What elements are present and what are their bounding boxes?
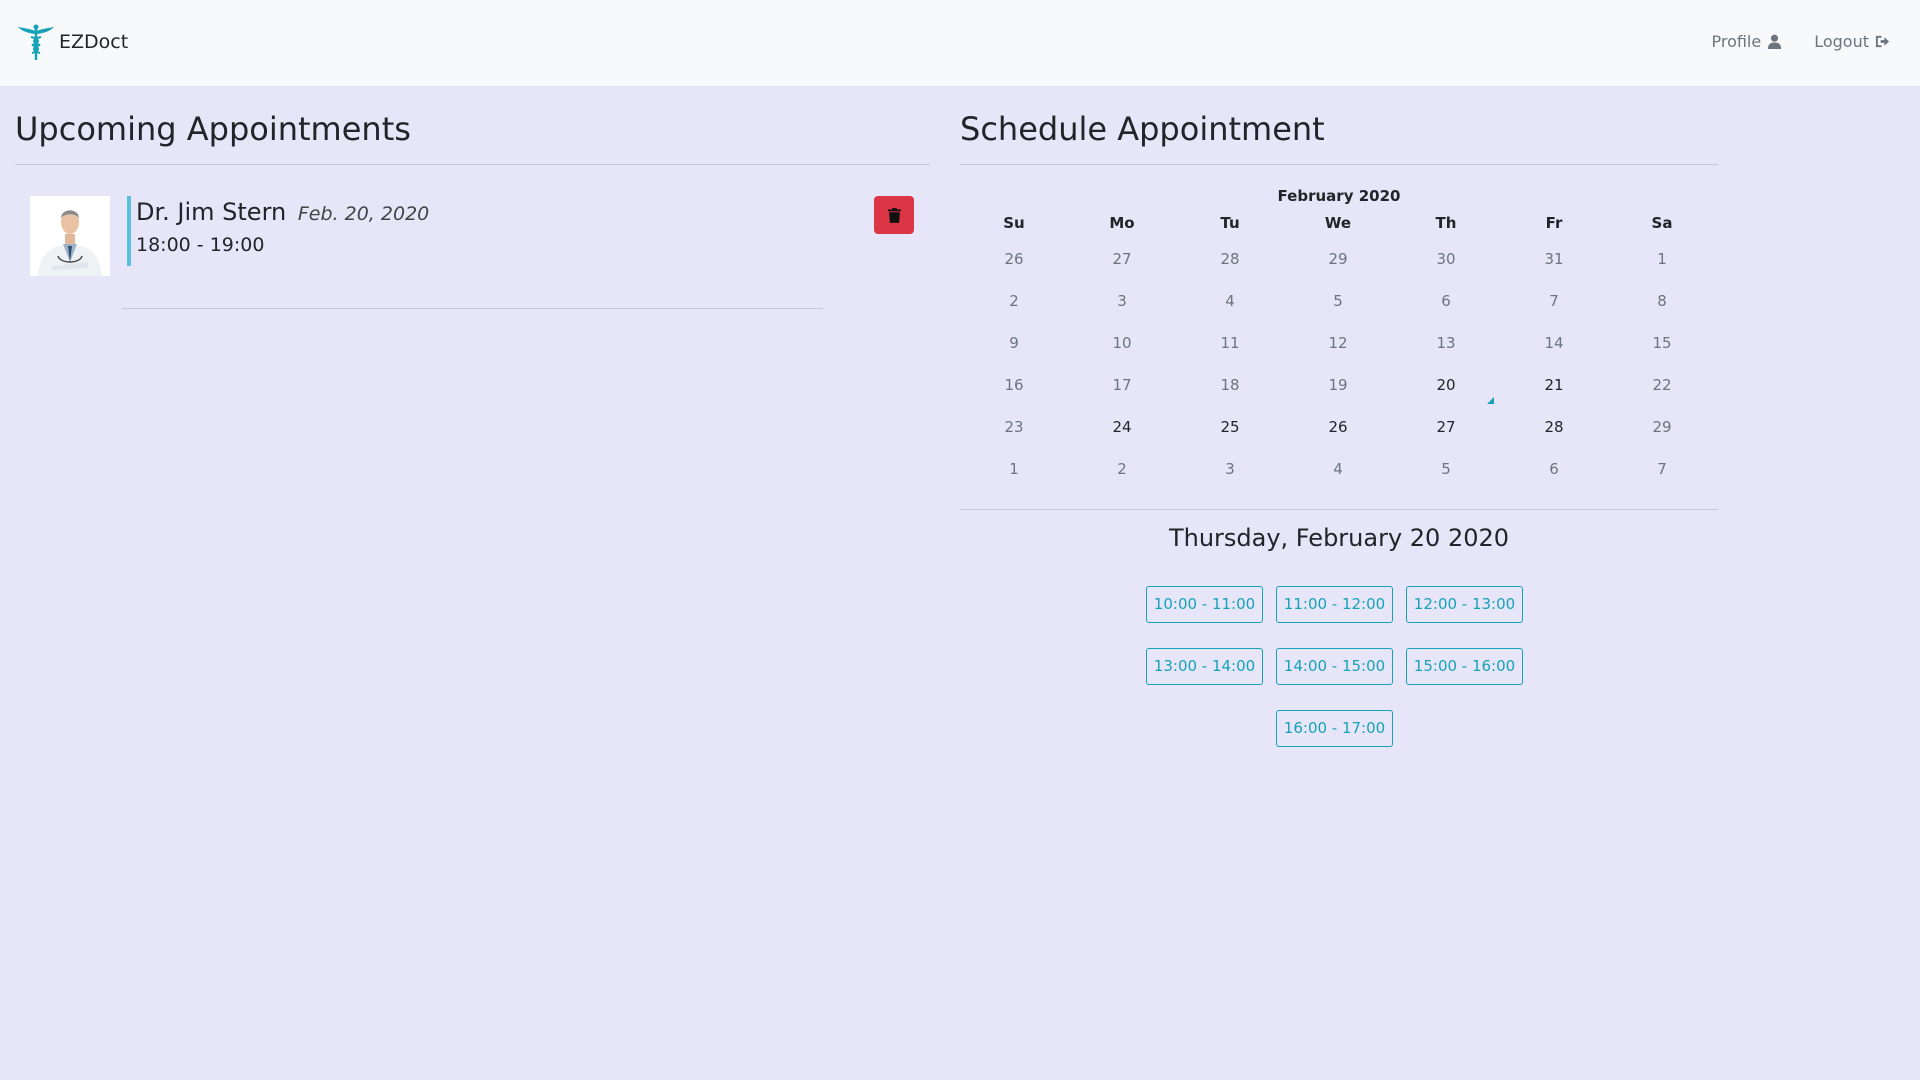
calendar-day[interactable]: 29 — [1608, 406, 1716, 448]
upcoming-divider — [15, 164, 930, 165]
weekday-header: Su — [1003, 214, 1025, 232]
brand[interactable]: EZDoct — [16, 22, 128, 62]
calendar-day[interactable]: 1 — [960, 448, 1068, 490]
calendar-day[interactable]: 21 — [1500, 364, 1608, 406]
calendar-day[interactable]: 27 — [1392, 406, 1500, 448]
calendar-day[interactable]: 16 — [960, 364, 1068, 406]
weekday-header: We — [1324, 214, 1352, 232]
time-slot-button[interactable]: 12:00 - 13:00 — [1406, 586, 1523, 623]
doctor-photo — [30, 196, 110, 276]
calendar-day[interactable]: 4 — [1176, 280, 1284, 322]
calendar-day[interactable]: 24 — [1068, 406, 1176, 448]
calendar-day[interactable]: 15 — [1608, 322, 1716, 364]
user-icon — [1768, 34, 1782, 49]
calendar-day[interactable]: 14 — [1500, 322, 1608, 364]
schedule-divider — [960, 164, 1718, 165]
time-slot-button[interactable]: 13:00 - 14:00 — [1146, 648, 1263, 685]
weekday-header: Fr — [1545, 214, 1563, 232]
doctor-name: Dr. Jim Stern — [136, 198, 287, 226]
calendar-day[interactable]: 26 — [1284, 406, 1392, 448]
calendar-day[interactable]: 13 — [1392, 322, 1500, 364]
time-slot-button[interactable]: 14:00 - 15:00 — [1276, 648, 1393, 685]
profile-link[interactable]: Profile — [1711, 32, 1782, 51]
brand-name: EZDoct — [59, 31, 129, 53]
calendar: February 2020 Su Mo Tu We Th Fr Sa 26 27 28 29 30 31… — [960, 184, 1718, 490]
appointment-date: Feb. 20, 2020 — [297, 203, 430, 225]
calendar-day[interactable]: 10 — [1068, 322, 1176, 364]
calendar-day[interactable]: 7 — [1500, 280, 1608, 322]
weekday-header: Mo — [1109, 214, 1135, 232]
upcoming-appointments-title: Upcoming Appointments — [15, 110, 411, 148]
calendar-day[interactable]: 5 — [1284, 280, 1392, 322]
schedule-appointment-title: Schedule Appointment — [960, 110, 1325, 148]
calendar-day[interactable]: 29 — [1284, 238, 1392, 280]
calendar-month: February 2020 — [1277, 187, 1401, 205]
calendar-day[interactable]: 11 — [1176, 322, 1284, 364]
selected-day-marker-icon — [1487, 397, 1494, 404]
calendar-day[interactable]: 23 — [960, 406, 1068, 448]
caduceus-logo-icon — [18, 24, 54, 60]
logout-link[interactable]: Logout — [1814, 32, 1890, 51]
calendar-day[interactable]: 7 — [1608, 448, 1716, 490]
calendar-day[interactable]: 27 — [1068, 238, 1176, 280]
calendar-day[interactable]: 2 — [960, 280, 1068, 322]
logout-label: Logout — [1814, 32, 1869, 51]
calendar-day[interactable]: 8 — [1608, 280, 1716, 322]
calendar-day[interactable]: 3 — [1176, 448, 1284, 490]
selected-date-heading: Thursday, February 20 2020 — [1168, 524, 1510, 552]
appointment-accent-bar — [127, 196, 131, 266]
navbar-links: Profile Logout — [1711, 32, 1890, 51]
calendar-day[interactable]: 12 — [1284, 322, 1392, 364]
calendar-day[interactable]: 6 — [1500, 448, 1608, 490]
calendar-day[interactable]: 2 — [1068, 448, 1176, 490]
time-slot-button[interactable]: 16:00 - 17:00 — [1276, 710, 1393, 747]
calendar-day[interactable]: 31 — [1500, 238, 1608, 280]
weekday-header: Th — [1435, 214, 1457, 232]
calendar-grid: Su Mo Tu We Th Fr Sa 26 27 28 29 30 31 1 2 3 4 5 6 7 8 9 10 11 1… — [960, 208, 1718, 490]
calendar-day[interactable]: 4 — [1284, 448, 1392, 490]
profile-label: Profile — [1711, 32, 1762, 51]
sign-out-icon — [1875, 35, 1890, 48]
appointment-divider — [122, 308, 823, 309]
calendar-day[interactable]: 3 — [1068, 280, 1176, 322]
weekday-header: Tu — [1220, 214, 1240, 232]
calendar-day[interactable]: 17 — [1068, 364, 1176, 406]
calendar-day[interactable]: 26 — [960, 238, 1068, 280]
calendar-day[interactable]: 6 — [1392, 280, 1500, 322]
calendar-day[interactable]: 20 — [1392, 364, 1500, 406]
calendar-day[interactable]: 5 — [1392, 448, 1500, 490]
calendar-day[interactable]: 30 — [1392, 238, 1500, 280]
navbar: EZDoct Profile Logout — [0, 0, 1920, 86]
calendar-day[interactable]: 18 — [1176, 364, 1284, 406]
weekday-header: Sa — [1651, 214, 1673, 232]
delete-appointment-button[interactable] — [874, 196, 914, 234]
calendar-day[interactable]: 28 — [1176, 238, 1284, 280]
calendar-divider — [960, 509, 1718, 510]
calendar-day[interactable]: 19 — [1284, 364, 1392, 406]
calendar-day[interactable]: 25 — [1176, 406, 1284, 448]
calendar-day[interactable]: 1 — [1608, 238, 1716, 280]
appointment-card: Dr. Jim Stern Feb. 20, 2020 18:00 - 19:0… — [30, 196, 916, 280]
time-slot-button[interactable]: 15:00 - 16:00 — [1406, 648, 1523, 685]
appointment-time: 18:00 - 19:00 — [136, 234, 265, 256]
calendar-day[interactable]: 28 — [1500, 406, 1608, 448]
time-slot-button[interactable]: 10:00 - 11:00 — [1146, 586, 1263, 623]
appointment-doctor: Dr. Jim Stern Feb. 20, 2020 — [136, 198, 429, 226]
trash-icon — [887, 207, 901, 223]
time-slot-button[interactable]: 11:00 - 12:00 — [1276, 586, 1393, 623]
calendar-day[interactable]: 9 — [960, 322, 1068, 364]
calendar-day[interactable]: 22 — [1608, 364, 1716, 406]
